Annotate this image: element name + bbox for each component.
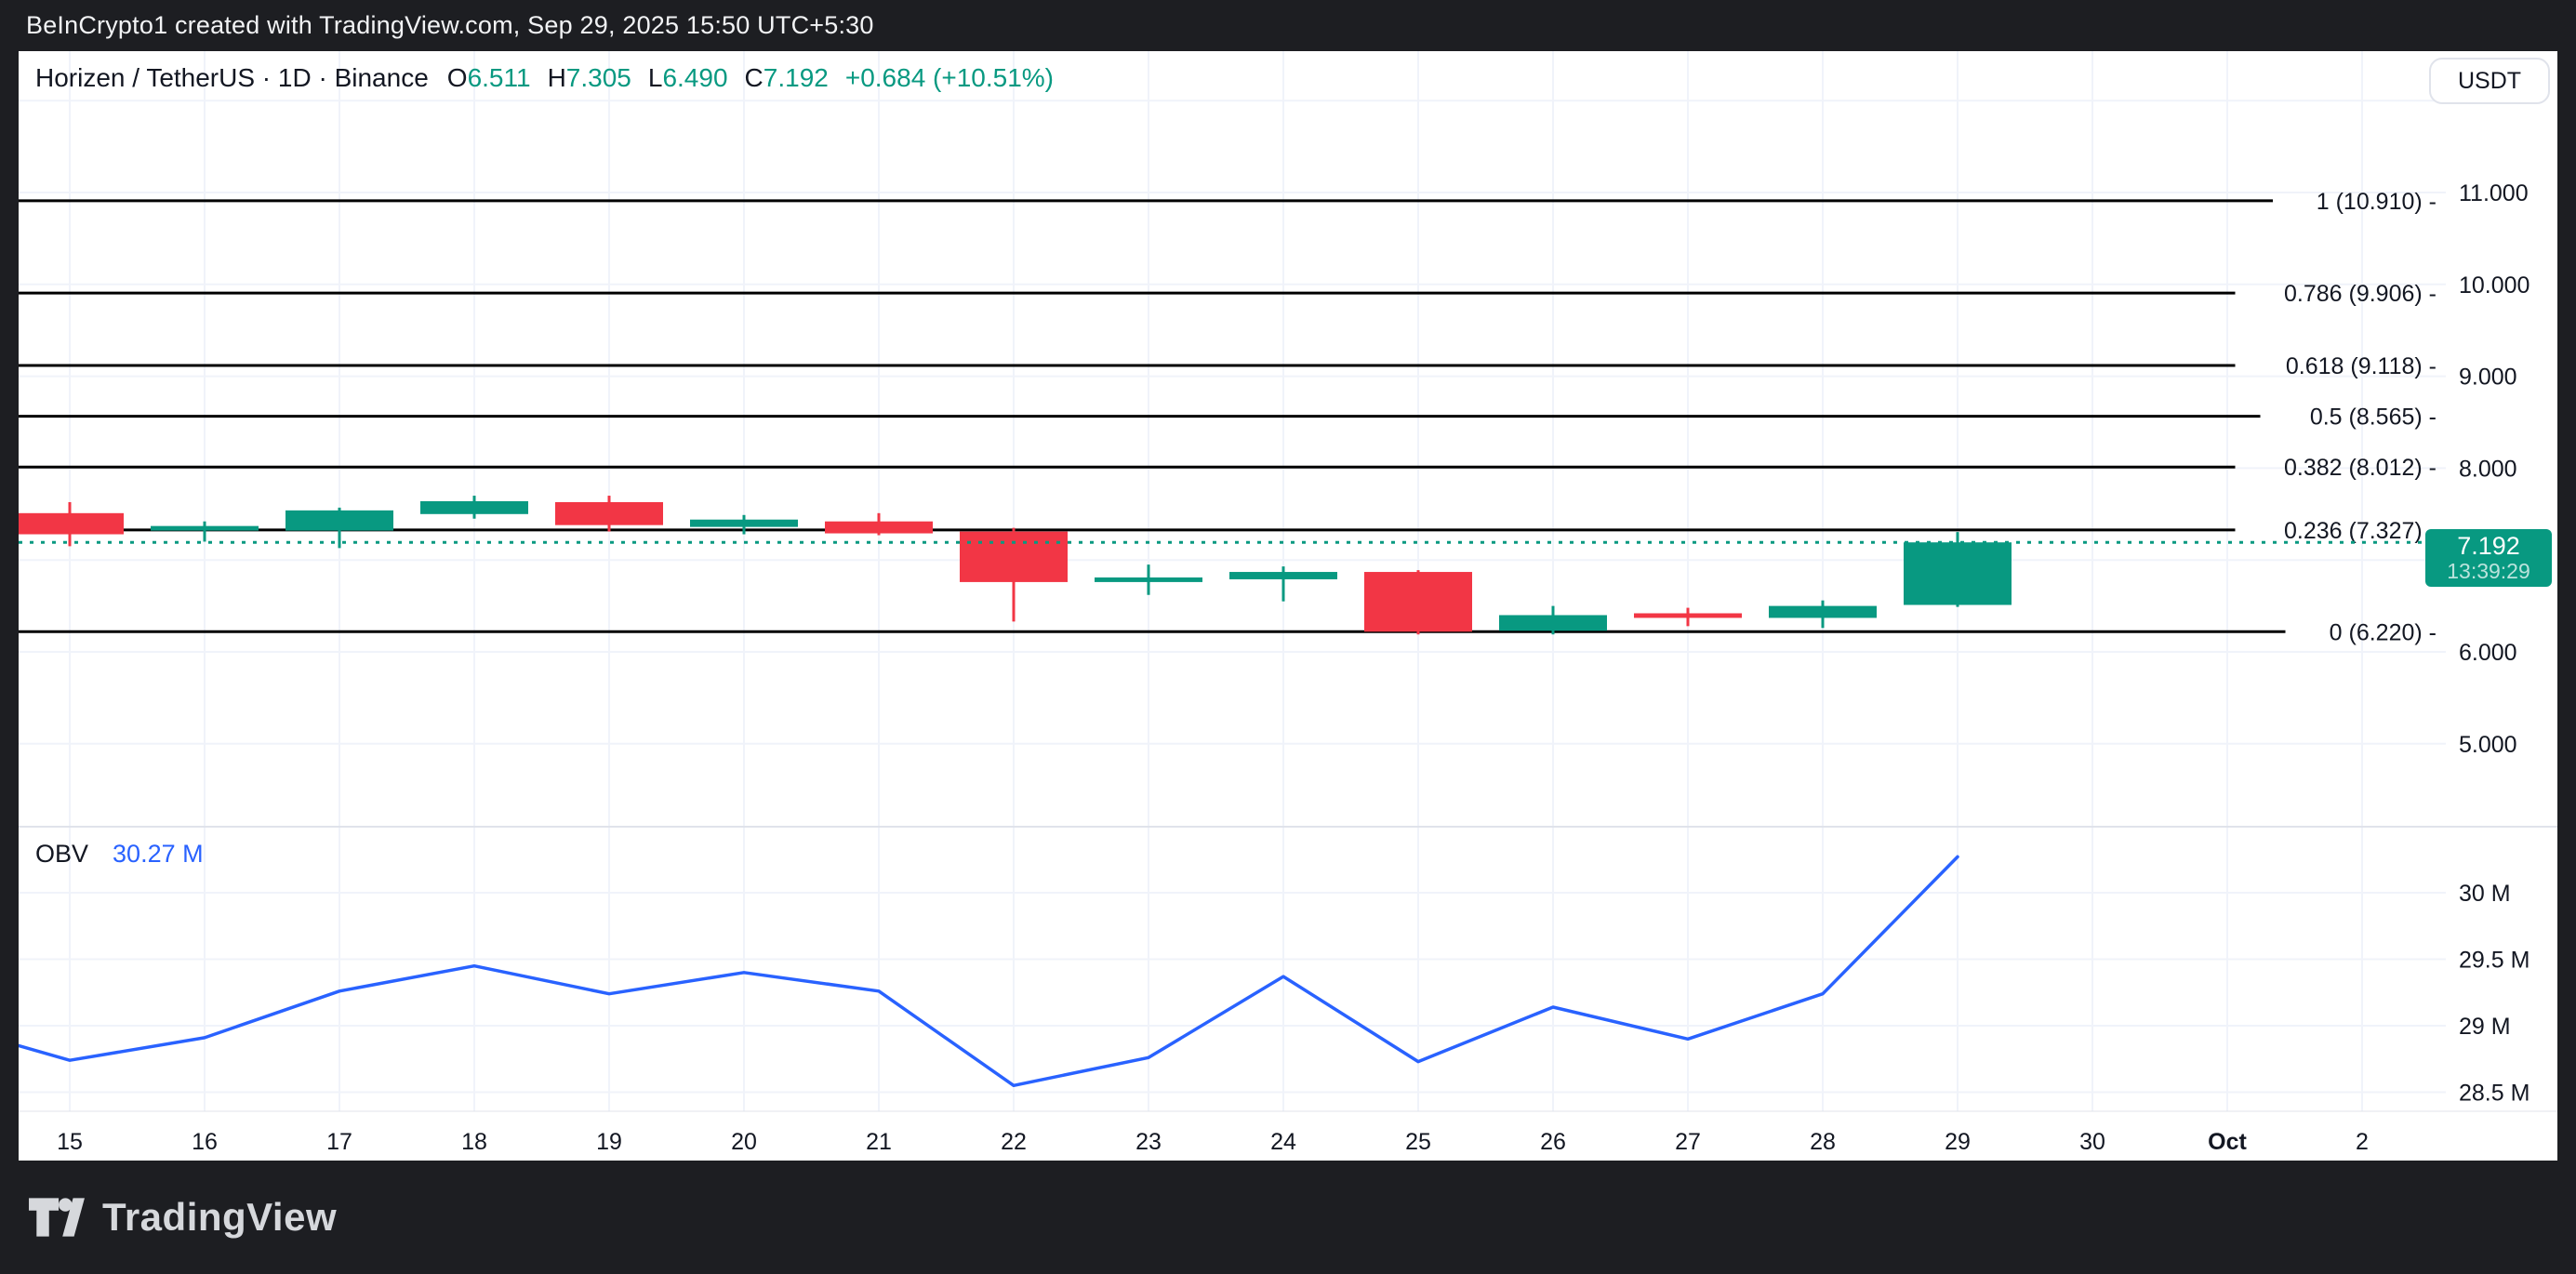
time-label-Oct: Oct (2208, 1129, 2247, 1155)
candle-body-20 (690, 520, 798, 527)
watermark-title: BeInCrypto1 created with TradingView.com… (0, 11, 874, 40)
fib-label-1: 1 (10.910) - (2317, 189, 2437, 215)
fib-label-0.5: 0.5 (8.565) - (2310, 405, 2437, 431)
close-value: C7.192 (745, 63, 829, 93)
time-label-30: 30 (2079, 1129, 2105, 1155)
time-label-15: 15 (57, 1129, 83, 1155)
change-value: +0.684 (+10.51%) (845, 63, 1054, 93)
candle-body-29 (1904, 542, 2012, 604)
fib-label-0: 0 (6.220) - (2330, 619, 2437, 645)
symbol-title: Horizen / TetherUS · 1D · Binance (35, 63, 429, 93)
time-label-29: 29 (1945, 1129, 1971, 1155)
time-label-16: 16 (192, 1129, 218, 1155)
price-tick-6.000: 6.000 (2459, 640, 2517, 666)
ohlc-values: O6.511 H7.305 L6.490 C7.192 +0.684 (+10.… (447, 63, 1054, 93)
tradingview-logo[interactable]: TradingView (28, 1195, 337, 1240)
time-label-17: 17 (326, 1129, 352, 1155)
candle-body-22 (960, 532, 1068, 582)
candle-countdown: 13:39:29 (2447, 560, 2530, 584)
candle-body-19 (555, 502, 663, 525)
fib-label-0.382: 0.382 (8.012) - (2284, 455, 2437, 481)
fib-label-0.786: 0.786 (9.906) - (2284, 281, 2437, 307)
time-label-2: 2 (2356, 1129, 2369, 1155)
candle-body-17 (285, 511, 393, 531)
high-value: H7.305 (548, 63, 631, 93)
candle-body-25 (1364, 572, 1472, 631)
time-label-21: 21 (866, 1129, 892, 1155)
time-label-24: 24 (1270, 1129, 1296, 1155)
time-label-22: 22 (1001, 1129, 1027, 1155)
candle-body-26 (1499, 615, 1607, 630)
obv-tick-29.5 M: 29.5 M (2459, 948, 2530, 974)
tradingview-logo-text: TradingView (102, 1195, 337, 1240)
candle-body-15 (16, 513, 124, 535)
top-watermark-bar: BeInCrypto1 created with TradingView.com… (0, 0, 2576, 51)
currency-toggle-button[interactable]: USDT (2429, 58, 2550, 104)
tradingview-snapshot: 1 (10.910) - 0.786 (9.906) - 0.618 (9.118)… (0, 0, 2576, 1274)
obv-tick-28.5 M: 28.5 M (2459, 1081, 2530, 1107)
obv-name: OBV (35, 840, 88, 869)
price-tick-8.000: 8.000 (2459, 456, 2517, 482)
tradingview-logo-icon (28, 1197, 86, 1238)
candle-body-21 (825, 522, 933, 534)
time-label-25: 25 (1405, 1129, 1431, 1155)
fib-label-0.618: 0.618 (9.118) - (2286, 353, 2437, 379)
symbol-legend: Horizen / TetherUS · 1D · Binance O6.511… (35, 63, 1054, 97)
candle-body-18 (420, 501, 528, 514)
plot-background (19, 51, 2557, 1161)
time-label-23: 23 (1135, 1129, 1162, 1155)
candle-body-27 (1634, 614, 1742, 618)
time-label-19: 19 (596, 1129, 622, 1155)
obv-tick-30 M: 30 M (2459, 881, 2511, 907)
time-label-28: 28 (1810, 1129, 1836, 1155)
price-tick-11.000: 11.000 (2459, 180, 2529, 206)
obv-current-value: 30.27 M (113, 840, 204, 869)
time-label-27: 27 (1675, 1129, 1701, 1155)
obv-tick-29 M: 29 M (2459, 1014, 2511, 1040)
fib-label-0.236: 0.236 (7.327) - (2284, 518, 2437, 544)
chart-plot-area[interactable]: 1 (10.910) - 0.786 (9.906) - 0.618 (9.118)… (0, 0, 2576, 1274)
candle-body-23 (1095, 577, 1202, 582)
open-value: O6.511 (447, 63, 531, 93)
candle-body-24 (1229, 572, 1337, 579)
price-tick-5.000: 5.000 (2459, 732, 2517, 758)
currency-toggle-label: USDT (2458, 68, 2521, 95)
time-label-26: 26 (1540, 1129, 1566, 1155)
last-price-label: 7.192 13:39:29 (2425, 529, 2552, 587)
time-label-18: 18 (461, 1129, 487, 1155)
footer-bar: TradingView (0, 1161, 2576, 1274)
candle-body-28 (1769, 606, 1877, 618)
last-price-value: 7.192 (2457, 532, 2520, 560)
candle-body-16 (151, 526, 259, 531)
price-tick-10.000: 10.000 (2459, 272, 2530, 299)
price-tick-9.000: 9.000 (2459, 365, 2517, 391)
time-label-20: 20 (731, 1129, 757, 1155)
low-value: L6.490 (648, 63, 728, 93)
obv-indicator-legend[interactable]: OBV 30.27 M (35, 840, 204, 869)
